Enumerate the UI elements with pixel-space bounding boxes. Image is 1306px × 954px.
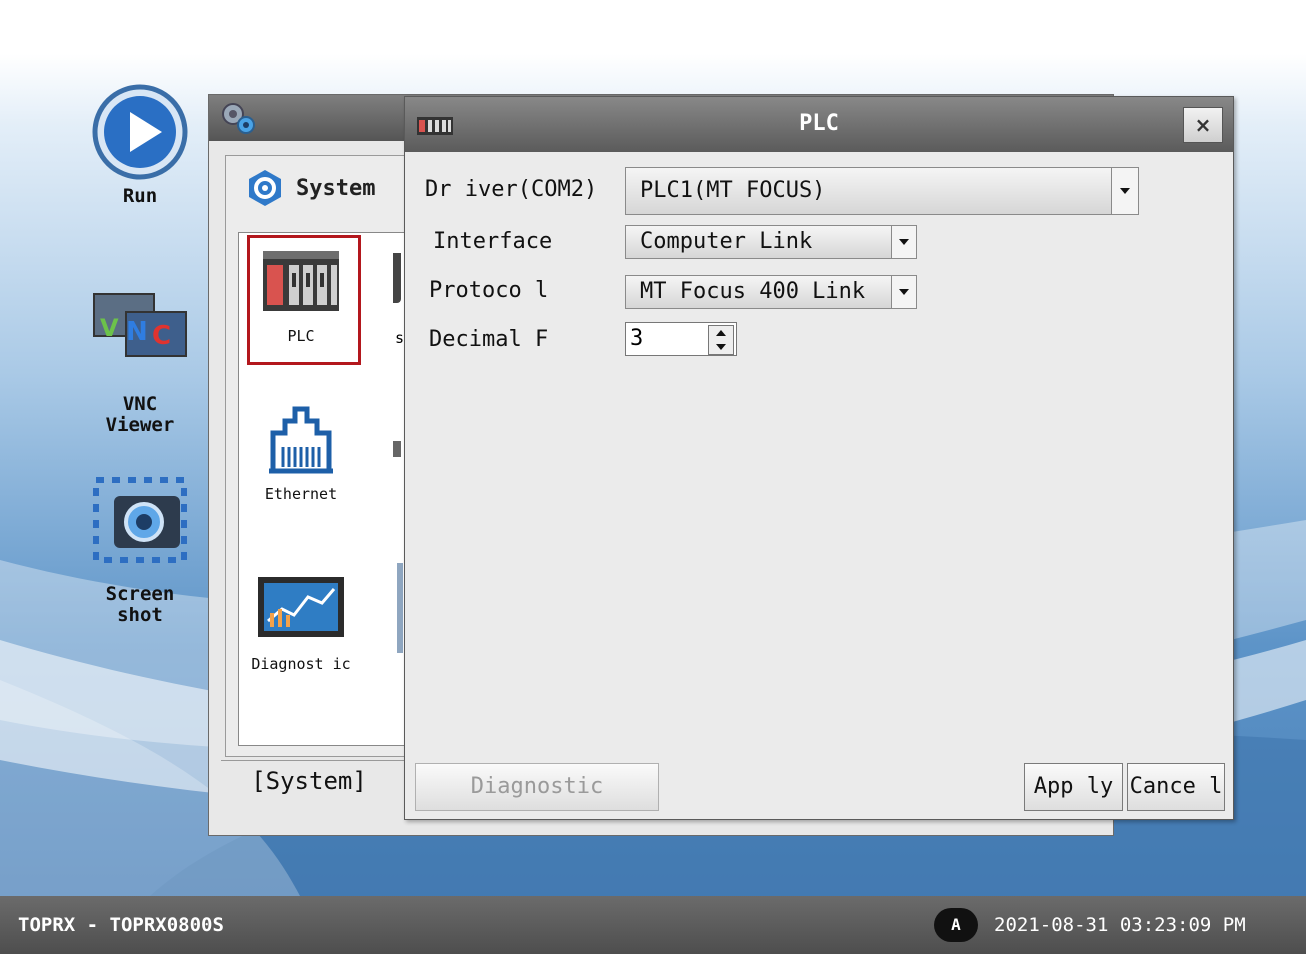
run-label: Run — [122, 185, 158, 207]
device-name: TOPRX - TOPRX0800S — [18, 914, 224, 936]
system-header: System — [246, 168, 375, 208]
screenshot-button[interactable]: Screen shot — [70, 474, 210, 626]
vnc-icon: V N C — [93, 293, 187, 357]
diagnostic-icon — [258, 577, 344, 637]
chevron-down-icon — [891, 276, 916, 308]
driver-label: Dr iver(COM2) — [425, 177, 598, 202]
apply-button[interactable]: App ly — [1024, 763, 1123, 811]
interface-dropdown[interactable]: Computer Link — [625, 225, 917, 259]
decimal-label: Decimal F — [429, 327, 549, 352]
plc-dialog-titlebar: PLC × — [405, 97, 1233, 152]
protocol-value: MT Focus 400 Link — [640, 279, 866, 304]
protocol-label: Protoco l — [429, 278, 549, 303]
svg-text:V: V — [100, 314, 119, 342]
ethernet-item[interactable]: Ethernet — [245, 405, 357, 503]
camera-icon — [93, 477, 187, 563]
decimal-stepper[interactable]: 3 — [625, 322, 737, 356]
plc-item-label: PLC — [287, 327, 315, 345]
system-footer-label: [System] — [251, 767, 367, 795]
ethernet-icon — [269, 406, 333, 474]
screenshot-label: Screen shot — [105, 583, 175, 626]
dialog-title: PLC — [799, 111, 839, 136]
decimal-value: 3 — [630, 326, 644, 351]
interface-value: Computer Link — [640, 229, 813, 254]
svg-text:C: C — [152, 321, 171, 351]
close-icon: × — [1194, 113, 1212, 137]
settings-gear-icon — [222, 103, 255, 134]
partial-item-icon — [393, 253, 401, 303]
chevron-down-icon — [891, 226, 916, 258]
partial-item-label: s — [395, 329, 405, 347]
driver-value: PLC1(MT FOCUS) — [640, 178, 826, 203]
run-button[interactable]: Run — [70, 82, 210, 207]
status-badge[interactable]: A — [934, 908, 978, 942]
diagnostic-item-label: Diagnost ic — [251, 655, 351, 673]
diagnostic-button[interactable]: Diagnostic — [415, 763, 659, 811]
datetime: 2021-08-31 03:23:09 PM — [994, 914, 1246, 936]
driver-dropdown[interactable]: PLC1(MT FOCUS) — [625, 167, 1139, 215]
system-gear-icon — [249, 170, 281, 206]
plc-item[interactable]: PLC — [245, 247, 357, 345]
partial-item-icon-2 — [393, 441, 401, 457]
svg-text:N: N — [126, 317, 148, 347]
plc-dialog: PLC × Dr iver(COM2) PLC1(MT FOCUS) Inter… — [404, 96, 1234, 820]
stepper-arrows-icon[interactable] — [708, 325, 734, 355]
plc-icon — [263, 251, 339, 311]
diagnostic-item[interactable]: Diagnost ic — [245, 575, 357, 673]
vnc-label: VNC Viewer — [105, 393, 175, 436]
partial-item-icon-3 — [397, 563, 403, 653]
play-icon — [92, 84, 188, 180]
close-button[interactable]: × — [1183, 107, 1223, 143]
ethernet-item-label: Ethernet — [264, 485, 338, 503]
interface-label: Interface — [433, 229, 553, 254]
protocol-dropdown[interactable]: MT Focus 400 Link — [625, 275, 917, 309]
chevron-down-icon — [1111, 168, 1138, 214]
cancel-button[interactable]: Cance l — [1127, 763, 1225, 811]
vnc-viewer-button[interactable]: V N C VNC Viewer — [70, 288, 210, 436]
system-header-label: System — [296, 175, 376, 201]
status-bar: TOPRX - TOPRX0800S A 2021-08-31 03:23:09… — [0, 896, 1306, 954]
